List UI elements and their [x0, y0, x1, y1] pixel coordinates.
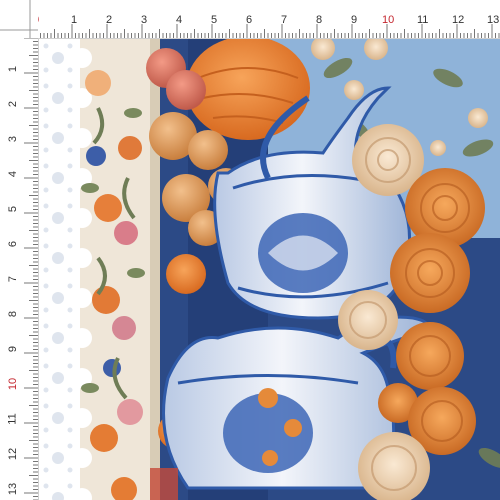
ruler-left-label-12: 12 [7, 447, 20, 461]
ruler-left-label-6: 6 [7, 240, 20, 248]
ruler-left: 1 2 3 4 5 6 7 8 9 10 11 12 13 [0, 37, 39, 500]
ruler-top-label-11: 11 [417, 14, 429, 26]
ruler-top-label-1: 1 [71, 14, 78, 26]
ruler-top-label-5: 5 [211, 14, 218, 26]
ruler-top-label-13: 13 [487, 14, 500, 26]
ruler-corner [0, 0, 38, 38]
ruler-top-label-12: 12 [452, 14, 465, 26]
ruler-left-label-8: 8 [7, 310, 20, 318]
ruler-left-label-13: 13 [7, 482, 20, 496]
lace-border [38, 38, 80, 500]
ruler-left-label-2: 2 [7, 100, 20, 108]
ruler-top-label-6: 6 [246, 14, 253, 26]
ruler-left-label-1: 1 [7, 65, 20, 73]
embroidered-still-life-artwork [38, 38, 500, 500]
ruler-top-label-8: 8 [316, 14, 323, 26]
ruler-left-label-5: 5 [7, 205, 20, 213]
ruler-top-label-10: 10 [382, 14, 395, 26]
ruler-top-label-4: 4 [176, 14, 183, 26]
ruler-top: 0 1 2 3 4 5 6 7 8 9 10 11 12 13 [0, 0, 500, 39]
ruler-top-label-3: 3 [141, 14, 148, 26]
ruler-top-label-9: 9 [351, 14, 358, 26]
ruler-left-label-7: 7 [7, 275, 20, 283]
ruler-top-label-2: 2 [106, 14, 113, 26]
ruler-left-label-11: 11 [6, 413, 19, 425]
ruler-left-label-10: 10 [7, 377, 20, 391]
ruler-top-label-7: 7 [281, 14, 288, 26]
canvas: 0 1 2 3 4 5 6 7 8 9 10 11 12 13 1 2 3 4 … [0, 0, 500, 500]
ruler-left-label-3: 3 [7, 135, 20, 143]
ruler-left-label-9: 9 [7, 345, 20, 353]
ruler-left-label-4: 4 [7, 170, 20, 178]
